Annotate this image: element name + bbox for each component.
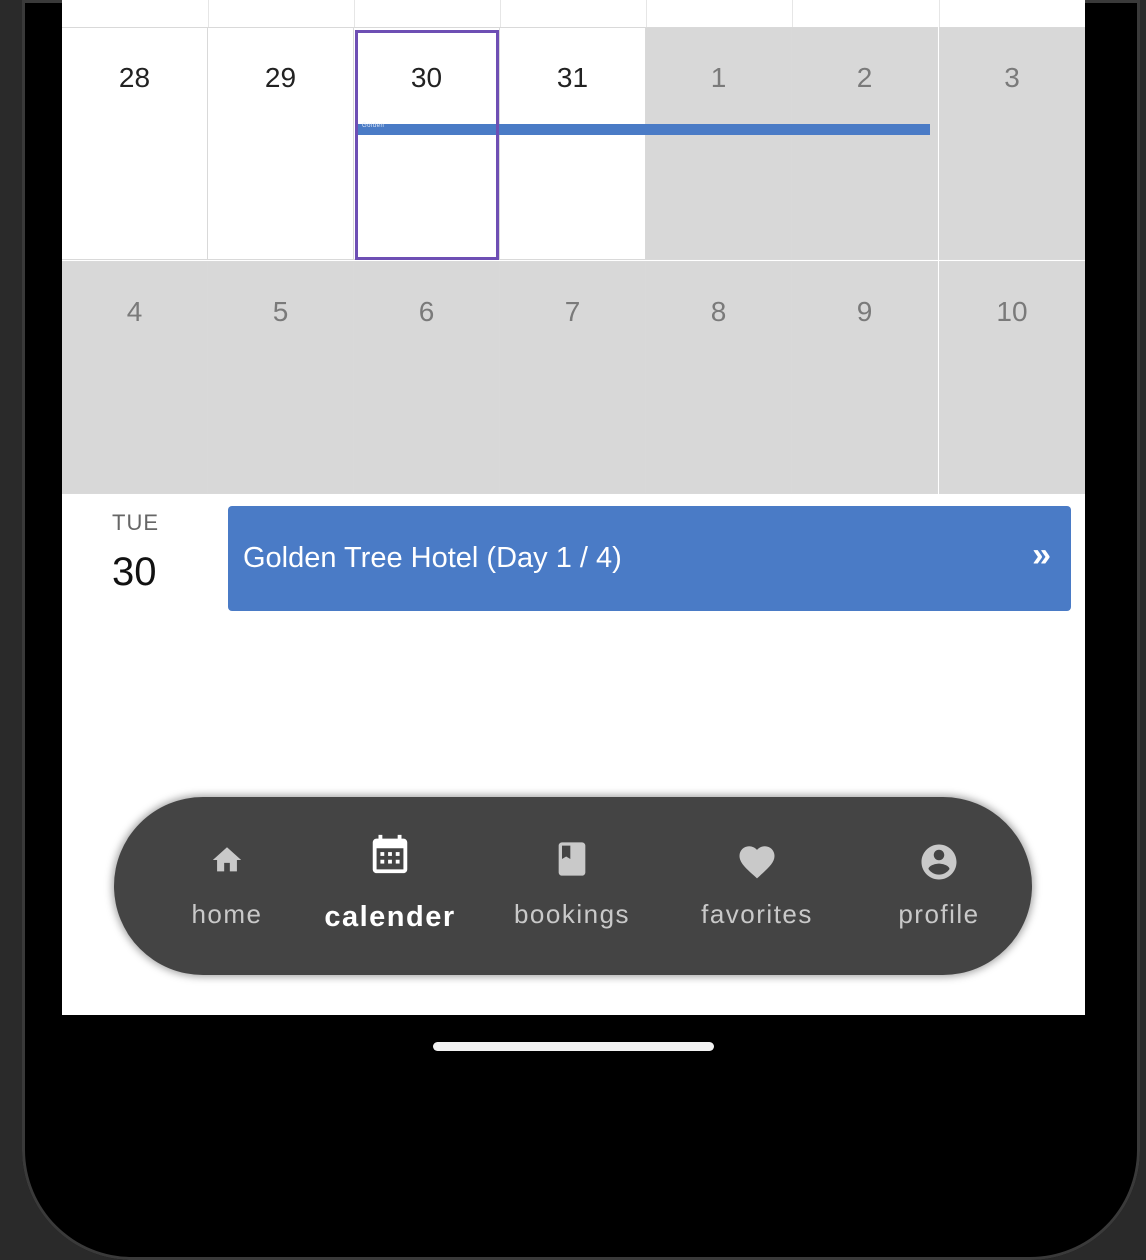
- nav-label: profile: [898, 899, 980, 929]
- nav-bookings[interactable]: bookings: [497, 797, 647, 975]
- double-chevron-right-icon: »: [1032, 536, 1051, 574]
- day-number: 9: [856, 296, 873, 327]
- day-number: 2: [856, 62, 873, 93]
- agenda-day-number: 30: [112, 550, 157, 594]
- nav-label: favorites: [701, 899, 813, 929]
- day-number: 4: [126, 296, 143, 327]
- calendar-day-cell-next-month[interactable]: 8: [646, 261, 792, 494]
- selected-day-outline: [355, 30, 499, 260]
- calendar-week-row: 28 29 30 31 1 2 3: [62, 27, 1085, 260]
- calendar-day-cell-next-month[interactable]: 7: [500, 261, 646, 494]
- app-screen: 28 29 30 31 1 2 3 4 5 6 7 8 9 10 Golden …: [62, 0, 1085, 1015]
- day-number: 7: [564, 296, 581, 327]
- home-indicator[interactable]: [433, 1042, 714, 1051]
- day-number: 28: [118, 62, 151, 93]
- calendar-day-cell-next-month[interactable]: 2: [792, 27, 938, 260]
- bottom-navigation-bar: home calender bookings favorites profile: [114, 797, 1032, 975]
- calendar-day-cell[interactable]: 28: [62, 27, 208, 260]
- account-circle-icon: [921, 844, 957, 880]
- calendar-day-cell-next-month[interactable]: 3: [939, 27, 1085, 260]
- calendar-day-cell-next-month[interactable]: 1: [646, 27, 792, 260]
- calendar-day-cell-next-month[interactable]: 9: [792, 261, 938, 494]
- nav-label: calender: [324, 901, 456, 933]
- nav-home[interactable]: home: [167, 797, 287, 975]
- calendar-week-row: 4 5 6 7 8 9 10: [62, 261, 1085, 494]
- day-number: 3: [1004, 62, 1020, 93]
- agenda-event-title: Golden Tree Hotel (Day 1 / 4): [243, 542, 622, 574]
- day-number: 10: [996, 296, 1028, 327]
- nav-favorites[interactable]: favorites: [682, 797, 832, 975]
- nav-label: bookings: [513, 899, 631, 929]
- agenda-event-card[interactable]: Golden Tree Hotel (Day 1 / 4) »: [228, 506, 1071, 611]
- day-number: 1: [710, 62, 727, 93]
- calendar-day-cell-next-month[interactable]: 4: [62, 261, 208, 494]
- nav-label: home: [191, 899, 263, 929]
- book-icon: [558, 842, 586, 876]
- previous-week-remnant: [62, 0, 1085, 27]
- day-number: 6: [418, 296, 435, 327]
- calendar-day-cell[interactable]: 31: [500, 27, 646, 260]
- day-number: 5: [272, 296, 289, 327]
- day-number: 29: [264, 62, 297, 93]
- calendar-day-cell-next-month[interactable]: 10: [939, 261, 1085, 494]
- nav-profile[interactable]: profile: [874, 797, 1004, 975]
- agenda-weekday: TUE: [112, 510, 159, 535]
- calendar-icon: [372, 834, 408, 874]
- home-icon: [212, 847, 242, 872]
- calendar-day-cell-next-month[interactable]: 5: [208, 261, 354, 494]
- calendar-day-cell[interactable]: 29: [208, 27, 354, 260]
- heart-icon: [739, 846, 775, 879]
- calendar-day-cell-next-month[interactable]: 6: [354, 261, 500, 494]
- day-number: 31: [556, 62, 589, 93]
- nav-calender[interactable]: calender: [310, 797, 470, 975]
- day-number: 8: [710, 296, 727, 327]
